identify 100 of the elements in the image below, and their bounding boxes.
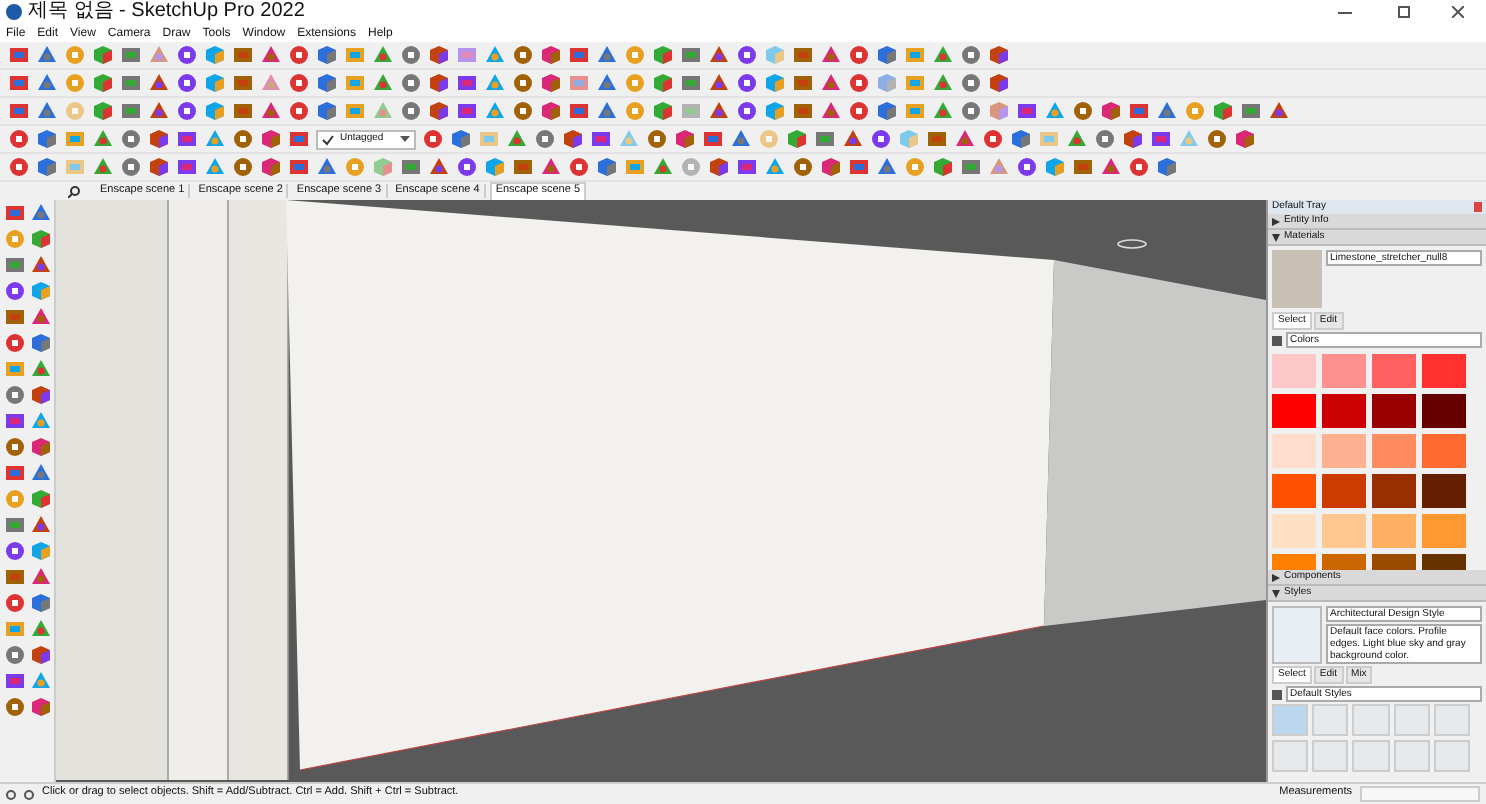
tool-icon[interactable]	[29, 644, 51, 666]
tool-icon[interactable]	[596, 156, 618, 178]
tool-icon[interactable]	[92, 44, 114, 66]
tool-icon[interactable]	[764, 156, 786, 178]
tool-icon[interactable]	[736, 156, 758, 178]
tool-icon[interactable]	[29, 436, 51, 458]
style-thumbnail[interactable]	[1272, 704, 1309, 736]
tool-icon[interactable]	[764, 72, 786, 94]
tool-icon[interactable]	[1122, 128, 1144, 150]
tool-icon[interactable]	[344, 44, 366, 66]
tool-icon[interactable]	[736, 72, 758, 94]
tool-icon[interactable]	[36, 128, 58, 150]
style-thumbnail[interactable]	[1393, 704, 1430, 736]
tool-icon[interactable]	[29, 410, 51, 432]
tool-icon[interactable]	[4, 514, 26, 536]
tool-icon[interactable]	[876, 100, 898, 122]
tool-icon[interactable]	[176, 44, 198, 66]
tool-icon[interactable]	[4, 436, 26, 458]
tool-icon[interactable]	[260, 156, 282, 178]
tool-icon[interactable]	[792, 44, 814, 66]
tool-icon[interactable]	[232, 100, 254, 122]
tool-icon[interactable]	[400, 72, 422, 94]
tool-icon[interactable]	[148, 128, 170, 150]
tool-icon[interactable]	[982, 128, 1004, 150]
tool-icon[interactable]	[512, 44, 534, 66]
tool-icon[interactable]	[288, 44, 310, 66]
tool-icon[interactable]	[792, 100, 814, 122]
tool-icon[interactable]	[820, 44, 842, 66]
tool-icon[interactable]	[568, 156, 590, 178]
tool-icon[interactable]	[204, 72, 226, 94]
tool-icon[interactable]	[674, 128, 696, 150]
tool-icon[interactable]	[400, 44, 422, 66]
color-swatch[interactable]	[1272, 474, 1316, 508]
tool-icon[interactable]	[372, 44, 394, 66]
tool-icon[interactable]	[792, 72, 814, 94]
tool-icon[interactable]	[64, 128, 86, 150]
tool-icon[interactable]	[540, 44, 562, 66]
tool-icon[interactable]	[4, 280, 26, 302]
tool-icon[interactable]	[708, 44, 730, 66]
tool-icon[interactable]	[932, 72, 954, 94]
tool-icon[interactable]	[4, 306, 26, 328]
tool-icon[interactable]	[29, 280, 51, 302]
tool-icon[interactable]	[4, 462, 26, 484]
color-swatch[interactable]	[1372, 354, 1416, 388]
tool-icon[interactable]	[29, 514, 51, 536]
tool-icon[interactable]	[932, 156, 954, 178]
tool-icon[interactable]	[29, 592, 51, 614]
color-swatch[interactable]	[1272, 434, 1316, 468]
color-swatch[interactable]	[1422, 514, 1466, 548]
tool-icon[interactable]	[506, 128, 528, 150]
tool-icon[interactable]	[1128, 100, 1150, 122]
tool-icon[interactable]	[842, 128, 864, 150]
tool-icon[interactable]	[708, 72, 730, 94]
tool-icon[interactable]	[1234, 128, 1256, 150]
tool-icon[interactable]	[120, 156, 142, 178]
tool-icon[interactable]	[260, 128, 282, 150]
tool-icon[interactable]	[29, 306, 51, 328]
tool-icon[interactable]	[176, 100, 198, 122]
tool-icon[interactable]	[646, 128, 668, 150]
tool-icon[interactable]	[730, 128, 752, 150]
tool-icon[interactable]	[792, 156, 814, 178]
tool-icon[interactable]	[316, 72, 338, 94]
tool-icon[interactable]	[988, 72, 1010, 94]
tool-icon[interactable]	[456, 156, 478, 178]
minimize-icon[interactable]	[1338, 11, 1352, 13]
tool-icon[interactable]	[176, 128, 198, 150]
tool-icon[interactable]	[954, 128, 976, 150]
tool-icon[interactable]	[4, 540, 26, 562]
tool-icon[interactable]	[680, 72, 702, 94]
tool-icon[interactable]	[260, 100, 282, 122]
tool-icon[interactable]	[786, 128, 808, 150]
tool-icon[interactable]	[4, 566, 26, 588]
tool-icon[interactable]	[848, 156, 870, 178]
color-swatch[interactable]	[1322, 394, 1366, 428]
tool-icon[interactable]	[736, 44, 758, 66]
tool-icon[interactable]	[176, 156, 198, 178]
tool-icon[interactable]	[4, 332, 26, 354]
tool-icon[interactable]	[8, 72, 30, 94]
tool-icon[interactable]	[29, 202, 51, 224]
tool-icon[interactable]	[1100, 156, 1122, 178]
tool-icon[interactable]	[400, 156, 422, 178]
tool-icon[interactable]	[596, 72, 618, 94]
tool-icon[interactable]	[288, 100, 310, 122]
tool-icon[interactable]	[148, 100, 170, 122]
tool-icon[interactable]	[876, 156, 898, 178]
tool-icon[interactable]	[848, 100, 870, 122]
tool-icon[interactable]	[904, 44, 926, 66]
tool-icon[interactable]	[288, 156, 310, 178]
tool-icon[interactable]	[680, 44, 702, 66]
tool-icon[interactable]	[870, 128, 892, 150]
tool-icon[interactable]	[428, 72, 450, 94]
style-thumbnail[interactable]	[1312, 740, 1349, 772]
search-icon[interactable]	[68, 185, 80, 197]
tool-icon[interactable]	[1128, 156, 1150, 178]
tool-icon[interactable]	[232, 44, 254, 66]
tool-icon[interactable]	[8, 44, 30, 66]
tool-icon[interactable]	[1072, 100, 1094, 122]
color-swatch[interactable]	[1322, 434, 1366, 468]
tool-icon[interactable]	[92, 100, 114, 122]
tool-icon[interactable]	[1100, 100, 1122, 122]
